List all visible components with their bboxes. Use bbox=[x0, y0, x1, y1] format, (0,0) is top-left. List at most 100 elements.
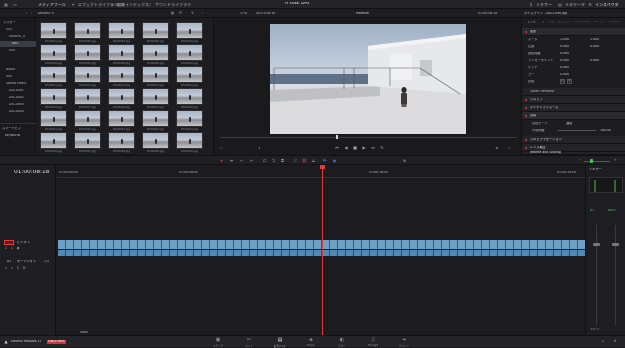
section-smart-reframe[interactable]: Smart Reframe bbox=[522, 88, 625, 96]
zoom-y-value[interactable]: 1.000 bbox=[590, 38, 599, 41]
scrubber-track[interactable] bbox=[220, 137, 517, 138]
clip-thumbnail[interactable]: DSC0027.jpg bbox=[74, 132, 101, 155]
clip-thumbnail[interactable]: DSC0029.jpg bbox=[142, 132, 169, 155]
bin-item[interactable]: DSC0003 bbox=[9, 103, 24, 106]
bin-path[interactable]: DESERT V bbox=[38, 12, 54, 15]
clip-thumbnail[interactable]: DSC0002.jpg bbox=[74, 22, 101, 45]
mixer-icon[interactable]: ⫼ bbox=[528, 2, 534, 7]
flag-icon[interactable]: ⚑ bbox=[322, 158, 327, 164]
viewer-zoom[interactable]: 37% bbox=[240, 12, 247, 15]
clip-thumbnail[interactable]: DSC0020.jpg bbox=[176, 88, 203, 111]
clip-thumbnail[interactable]: DSC0001.jpg bbox=[40, 22, 67, 45]
video-track-badge[interactable]: V1 bbox=[4, 240, 14, 245]
enabled-dot-icon[interactable] bbox=[525, 31, 527, 33]
edit-index-tab[interactable]: 編集インデックス bbox=[117, 3, 149, 7]
mixer-channel[interactable]: A1 bbox=[590, 209, 594, 212]
skip-end-icon[interactable]: ⏭ bbox=[370, 145, 376, 151]
inspector-icon[interactable]: ⚙ bbox=[587, 2, 593, 7]
viewer-frame[interactable] bbox=[270, 24, 466, 134]
clip-thumbnail[interactable]: DSC0024.jpg bbox=[142, 110, 169, 133]
yaw-value[interactable]: 0.000 bbox=[560, 73, 569, 76]
section-dynamic-zoom[interactable]: ダイナミックズーム bbox=[522, 104, 625, 112]
metadata-tab[interactable]: メタデータ bbox=[565, 3, 585, 7]
enabled-dot-icon[interactable] bbox=[525, 139, 527, 141]
flip-horizontal-icon[interactable]: ⇆ bbox=[560, 79, 565, 84]
audio-track-badge[interactable]: A1 bbox=[7, 260, 11, 263]
timeline-zoom-slider[interactable] bbox=[584, 160, 610, 162]
clip-thumbnail[interactable]: DSC0007.jpg bbox=[74, 44, 101, 67]
bin-item[interactable]: Audio bbox=[6, 68, 15, 71]
page-button-6[interactable]: ➜ デリバー bbox=[391, 337, 417, 348]
sound-library-tab[interactable]: サウンドライブラリ bbox=[155, 3, 191, 7]
page-button-1[interactable]: ✂ カット bbox=[236, 337, 262, 348]
clip-thumbnail[interactable]: DSC0003.jpg bbox=[108, 22, 135, 45]
clip-thumbnail[interactable]: DSC0014.jpg bbox=[142, 66, 169, 89]
skip-start-icon[interactable]: ⏮ bbox=[334, 145, 340, 151]
play-icon[interactable]: ▶ bbox=[361, 145, 367, 151]
eye-icon[interactable]: ◉ bbox=[16, 247, 20, 251]
replace-clip-icon[interactable]: ⧉ bbox=[280, 158, 285, 164]
clip-thumbnail[interactable]: DSC0017.jpg bbox=[74, 88, 101, 111]
inspector-tab[interactable]: エフェクト bbox=[557, 21, 573, 24]
clip-thumbnail[interactable]: DSC0008.jpg bbox=[108, 44, 135, 67]
page-button-0[interactable]: ▣ メディア bbox=[205, 337, 231, 348]
position-y-value[interactable]: 0.000 bbox=[590, 45, 599, 48]
selection-tool-icon[interactable]: ➤ bbox=[219, 158, 224, 164]
music-note-icon[interactable]: ♪ bbox=[147, 2, 153, 7]
flip-vertical-icon[interactable]: ⇅ bbox=[567, 79, 572, 84]
pitch-value[interactable]: 0.000 bbox=[560, 66, 569, 69]
inspector-tab[interactable]: ビデオ bbox=[524, 21, 540, 24]
fullscreen-icon[interactable]: ⤢ bbox=[506, 146, 512, 151]
clip-thumbnail[interactable]: DSC0022.jpg bbox=[74, 110, 101, 133]
keywords-bin[interactable]: Keywords bbox=[5, 134, 20, 137]
fader-handle[interactable] bbox=[593, 243, 600, 246]
home-icon[interactable]: ⌂ bbox=[600, 339, 606, 345]
thumbnail-view-icon[interactable]: ▦ bbox=[170, 11, 175, 16]
audio-icon[interactable]: ◂ bbox=[256, 146, 262, 151]
clip-thumbnail[interactable]: DSC0030.jpg bbox=[176, 132, 203, 155]
enabled-dot-icon[interactable] bbox=[525, 147, 527, 149]
list-view-icon[interactable]: ☰ bbox=[178, 11, 183, 16]
section-composite[interactable]: 合成 bbox=[522, 112, 625, 120]
inspector-tab[interactable]: ファイル bbox=[607, 21, 623, 24]
clip-thumbnail[interactable]: DSC0025.jpg bbox=[176, 110, 203, 133]
chevron-right-icon[interactable]: › bbox=[29, 11, 34, 16]
page-button-3[interactable]: ◈ Fusion bbox=[298, 337, 324, 347]
timeline-name[interactable]: Material bbox=[356, 12, 369, 15]
clip-thumbnail[interactable]: DSC0006.jpg bbox=[40, 44, 67, 67]
bin-item[interactable]: マスター bbox=[3, 21, 16, 24]
position-lock-icon[interactable]: 🔒︎ bbox=[311, 158, 316, 164]
bin-item-selected[interactable]: S03 bbox=[12, 42, 18, 45]
section-transform[interactable]: 変形 bbox=[522, 28, 625, 36]
inspector-tab[interactable]: トランジション bbox=[574, 21, 590, 24]
blade-tool-icon[interactable]: ✂ bbox=[249, 158, 254, 164]
mixer-bus[interactable]: Bus1 bbox=[608, 209, 616, 212]
page-button-4[interactable]: ◐ カラー bbox=[329, 337, 355, 348]
clip-thumbnail[interactable]: DSC0009.jpg bbox=[142, 44, 169, 67]
rotation-value[interactable]: 0.000 bbox=[560, 52, 569, 55]
match-frame-icon[interactable]: ⊞ bbox=[494, 146, 500, 151]
clip-thumbnail[interactable]: DSC0012.jpg bbox=[74, 66, 101, 89]
mute-icon[interactable]: M bbox=[22, 267, 26, 271]
search-icon[interactable]: ⌕ bbox=[200, 11, 205, 16]
clip-thumbnail[interactable]: DSC0011.jpg bbox=[40, 66, 67, 89]
play-reverse-icon[interactable]: ◀ bbox=[343, 145, 349, 151]
clip-thumbnail[interactable]: DSC0015.jpg bbox=[176, 66, 203, 89]
folder-icon[interactable]: ▭ bbox=[12, 2, 18, 7]
media-pool-tab[interactable]: メディアプール bbox=[38, 3, 66, 7]
page-button-5[interactable]: ♫ Fairlight bbox=[360, 337, 386, 347]
overwrite-clip-icon[interactable]: ⊐ bbox=[271, 158, 276, 164]
zoom-in-icon[interactable]: ⊕ bbox=[402, 158, 407, 164]
trim-tool-icon[interactable]: ⇹ bbox=[229, 158, 234, 164]
bin-item[interactable]: Sound Effect bbox=[6, 82, 26, 85]
clip-thumbnail[interactable]: DSC0016.jpg bbox=[40, 88, 67, 111]
dynamic-trim-icon[interactable]: ⇿ bbox=[239, 158, 244, 164]
loop-icon[interactable]: ↻ bbox=[379, 145, 385, 151]
bin-item[interactable]: DSC0004 bbox=[9, 110, 24, 113]
clip-thumbnail[interactable]: DSC0018.jpg bbox=[108, 88, 135, 111]
clip-thumbnail[interactable]: DSC0005.jpg bbox=[176, 22, 203, 45]
inspector-tab[interactable]: イメージ bbox=[590, 21, 606, 24]
clip-thumbnail[interactable]: DSC0013.jpg bbox=[108, 66, 135, 89]
playhead[interactable] bbox=[322, 166, 323, 336]
clip-thumbnail[interactable]: DSC0010.jpg bbox=[176, 44, 203, 67]
